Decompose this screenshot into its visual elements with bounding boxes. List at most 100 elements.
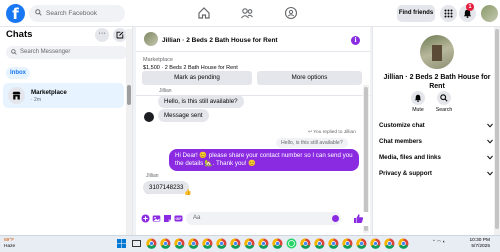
conversation-item-marketplace[interactable]: Marketplace · 2m (3, 83, 124, 108)
chat-info-panel: Jillian · 2 Beds 2 Bath House for Rent M… (372, 27, 500, 235)
chrome-icon[interactable] (370, 238, 381, 249)
chevron-down-icon (487, 155, 493, 160)
section-chat-members[interactable]: Chat members (379, 138, 493, 145)
message-input[interactable]: Aa (186, 212, 341, 225)
home-icon[interactable] (197, 6, 211, 20)
chat-panel: Jillian · 2 Beds 2 Bath House for Rent i… (136, 27, 370, 235)
system-clock[interactable]: 10:30 PM 5/7/2025 (460, 238, 490, 250)
windows-start-icon[interactable] (116, 238, 127, 249)
chats-sidebar: Chats ··· Search Messenger Inbox Marketp… (0, 27, 133, 235)
section-label: Privacy & support (379, 170, 432, 177)
bell-icon (414, 94, 422, 102)
chrome-icon[interactable] (244, 238, 255, 249)
search-label: Search (435, 107, 453, 113)
conversation-time: · 2m (31, 97, 41, 103)
sender-avatar[interactable] (144, 112, 154, 122)
listing-photo[interactable] (420, 35, 454, 69)
facebook-search-input[interactable]: Search Facebook (29, 5, 125, 22)
friends-icon[interactable] (240, 6, 254, 20)
system-tray[interactable]: ⌃ ◠ ◖ (432, 239, 445, 245)
messenger-search-input[interactable]: Search Messenger (6, 46, 128, 59)
chat-header: Jillian · 2 Beds 2 Bath House for Rent i (136, 27, 370, 52)
emoji-icon[interactable] (332, 215, 339, 222)
thumbs-up-reaction[interactable]: 👍 (184, 189, 191, 196)
chrome-icon[interactable] (216, 238, 227, 249)
wifi-icon[interactable]: ◠ (437, 239, 441, 244)
facebook-logo[interactable]: f (6, 4, 25, 23)
reply-quote[interactable]: Hello, is this still available? (276, 138, 348, 148)
chrome-icon[interactable] (202, 238, 213, 249)
volume-icon[interactable]: ◖ (442, 239, 445, 244)
chrome-icon[interactable] (356, 238, 367, 249)
new-message-button[interactable] (113, 28, 127, 42)
weather-condition: Haze (4, 244, 16, 249)
chrome-icon[interactable] (146, 238, 157, 249)
chrome-icon[interactable] (272, 238, 283, 249)
chrome-icon[interactable] (384, 238, 395, 249)
conversation-name: Marketplace (31, 89, 67, 96)
listing-label: Marketplace (143, 57, 173, 63)
image-icon[interactable] (152, 214, 161, 223)
chrome-icon[interactable] (188, 238, 199, 249)
chrome-icon[interactable] (342, 238, 353, 249)
gif-icon[interactable]: GIF (174, 214, 183, 223)
chrome-icon[interactable] (230, 238, 241, 249)
mute-button[interactable]: Mute (405, 91, 431, 113)
notification-count-badge: 1 (466, 3, 474, 11)
scrollbar-thumb[interactable] (127, 85, 131, 105)
mute-label: Mute (412, 107, 424, 113)
info-panel-title: Jillian · 2 Beds 2 Bath House for Rent (383, 74, 491, 90)
message-bubble-incoming[interactable]: Hello, is this still available? (158, 95, 244, 108)
search-placeholder: Search Facebook (46, 10, 97, 17)
section-media-files-links[interactable]: Media, files and links (379, 154, 493, 161)
task-view-icon[interactable] (131, 238, 142, 249)
plus-circle-icon[interactable] (141, 214, 150, 223)
chrome-icon[interactable] (174, 238, 185, 249)
chevron-up-icon[interactable]: ⌃ (432, 239, 436, 244)
grid-menu-icon (444, 9, 453, 18)
sender-name: Jillian (159, 88, 172, 94)
message-bubble-incoming[interactable]: 3107148233 (143, 181, 190, 194)
sender-name: Jillian (146, 173, 159, 179)
chrome-icon[interactable] (398, 238, 409, 249)
search-icon (440, 94, 448, 102)
search-in-chat-button[interactable]: Search (431, 91, 457, 113)
menu-button[interactable] (440, 5, 457, 22)
sticker-icon[interactable] (163, 214, 172, 223)
bell-icon-container (411, 91, 425, 105)
chats-more-button[interactable]: ··· (95, 28, 109, 42)
section-label: Media, files and links (379, 154, 441, 161)
tab-inbox[interactable]: Inbox (6, 67, 30, 79)
info-icon[interactable]: i (351, 36, 360, 45)
thumbs-up-icon[interactable] (353, 213, 364, 224)
weather-widget[interactable]: 89°F Haze (4, 238, 15, 250)
mark-as-pending-button[interactable]: Mark as pending (142, 71, 252, 85)
more-options-button[interactable]: More options (257, 71, 362, 85)
chrome-icon[interactable] (300, 238, 311, 249)
chevron-down-icon (487, 171, 493, 176)
section-customize-chat[interactable]: Customize chat (379, 122, 493, 129)
sidebar-scrollbar[interactable] (126, 29, 132, 235)
section-privacy-support[interactable]: Privacy & support (379, 170, 493, 177)
chrome-icon[interactable] (160, 238, 171, 249)
message-bubble-incoming[interactable]: Message sent (158, 109, 209, 122)
chat-title[interactable]: Jillian · 2 Beds 2 Bath House for Rent (162, 37, 278, 44)
top-bar: f Search Facebook Find friends 1 (0, 0, 500, 27)
windows-taskbar: 89°F Haze ⌃ ◠ ◖ 10:30 PM 5/7/2025 (0, 235, 500, 252)
scrollbar-thumb[interactable] (364, 87, 368, 231)
message-bubble-outgoing[interactable]: Hi Dear! 😊 please share your contact num… (169, 149, 359, 171)
chrome-icon[interactable] (258, 238, 269, 249)
chrome-icon[interactable] (328, 238, 339, 249)
search-icon (11, 49, 17, 55)
section-label: Chat members (379, 138, 422, 145)
groups-icon[interactable] (284, 6, 298, 20)
listing-avatar[interactable] (144, 32, 158, 46)
clock-date: 5/7/2025 (471, 244, 490, 249)
whatsapp-icon[interactable] (286, 238, 297, 249)
info-panel-scrollbar[interactable] (494, 27, 500, 235)
chat-scrollbar[interactable] (363, 85, 369, 233)
scrollbar-thumb[interactable] (495, 29, 499, 229)
chrome-icon[interactable] (314, 238, 325, 249)
profile-avatar[interactable] (481, 5, 498, 22)
find-friends-button[interactable]: Find friends (397, 5, 435, 22)
